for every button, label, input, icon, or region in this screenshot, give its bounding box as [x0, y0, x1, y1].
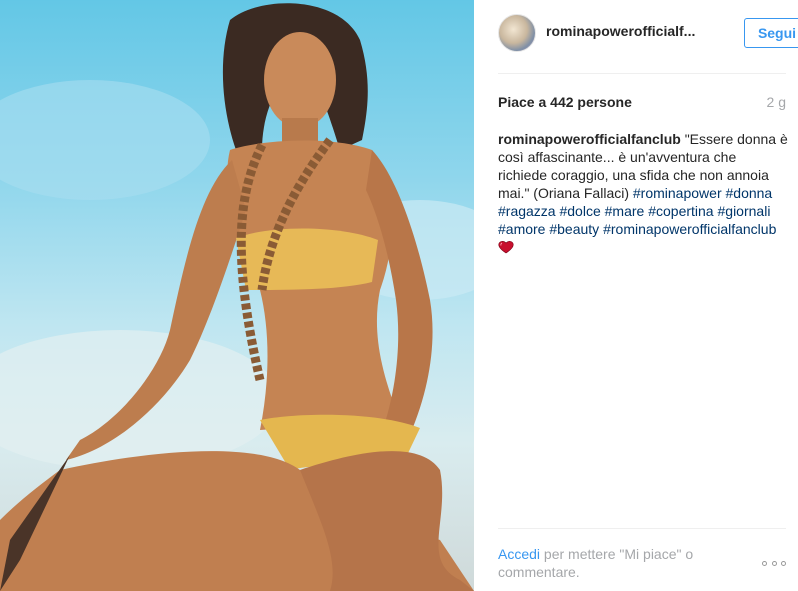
hashtag-link[interactable]: #mare	[605, 203, 645, 219]
dot	[771, 560, 777, 566]
photo-illustration	[0, 3, 474, 591]
hashtag-link[interactable]: #dolce	[559, 203, 600, 219]
hashtag-link[interactable]: #beauty	[549, 221, 599, 237]
post-side-panel: rominapowerofficialf... Segui Piace a 44…	[474, 0, 798, 591]
hashtag-link[interactable]: #amore	[498, 221, 545, 237]
post-header: rominapowerofficialf... Segui	[498, 14, 798, 56]
more-options-icon[interactable]	[762, 558, 786, 568]
heart-icon	[498, 241, 514, 254]
likes-count[interactable]: Piace a 442 persone	[498, 94, 632, 110]
login-prompt: Accedi per mettere "Mi piace" o commenta…	[498, 545, 728, 581]
hashtag-link[interactable]: #rominapower	[633, 185, 722, 201]
avatar[interactable]	[498, 14, 536, 52]
post-time[interactable]: 2 g	[767, 94, 786, 110]
username-link[interactable]: rominapowerofficialf...	[546, 23, 706, 39]
instagram-post: rominapowerofficialf... Segui Piace a 44…	[0, 0, 798, 591]
post-photo[interactable]	[0, 0, 474, 591]
hashtag-link[interactable]: #ragazza	[498, 203, 556, 219]
post-caption: rominapowerofficialfanclub "Essere donna…	[498, 130, 788, 256]
hashtag-link[interactable]: #donna	[726, 185, 773, 201]
hashtag-link[interactable]: #rominapowerofficialfanclub	[603, 221, 776, 237]
dot	[762, 560, 767, 566]
dot	[781, 560, 786, 566]
divider	[498, 528, 786, 529]
follow-button[interactable]: Segui	[744, 18, 798, 48]
caption-author-link[interactable]: rominapowerofficialfanclub	[498, 131, 681, 147]
hashtag-link[interactable]: #copertina	[648, 203, 713, 219]
divider	[498, 73, 786, 74]
hashtag-link[interactable]: #giornali	[718, 203, 771, 219]
login-link[interactable]: Accedi	[498, 546, 540, 562]
